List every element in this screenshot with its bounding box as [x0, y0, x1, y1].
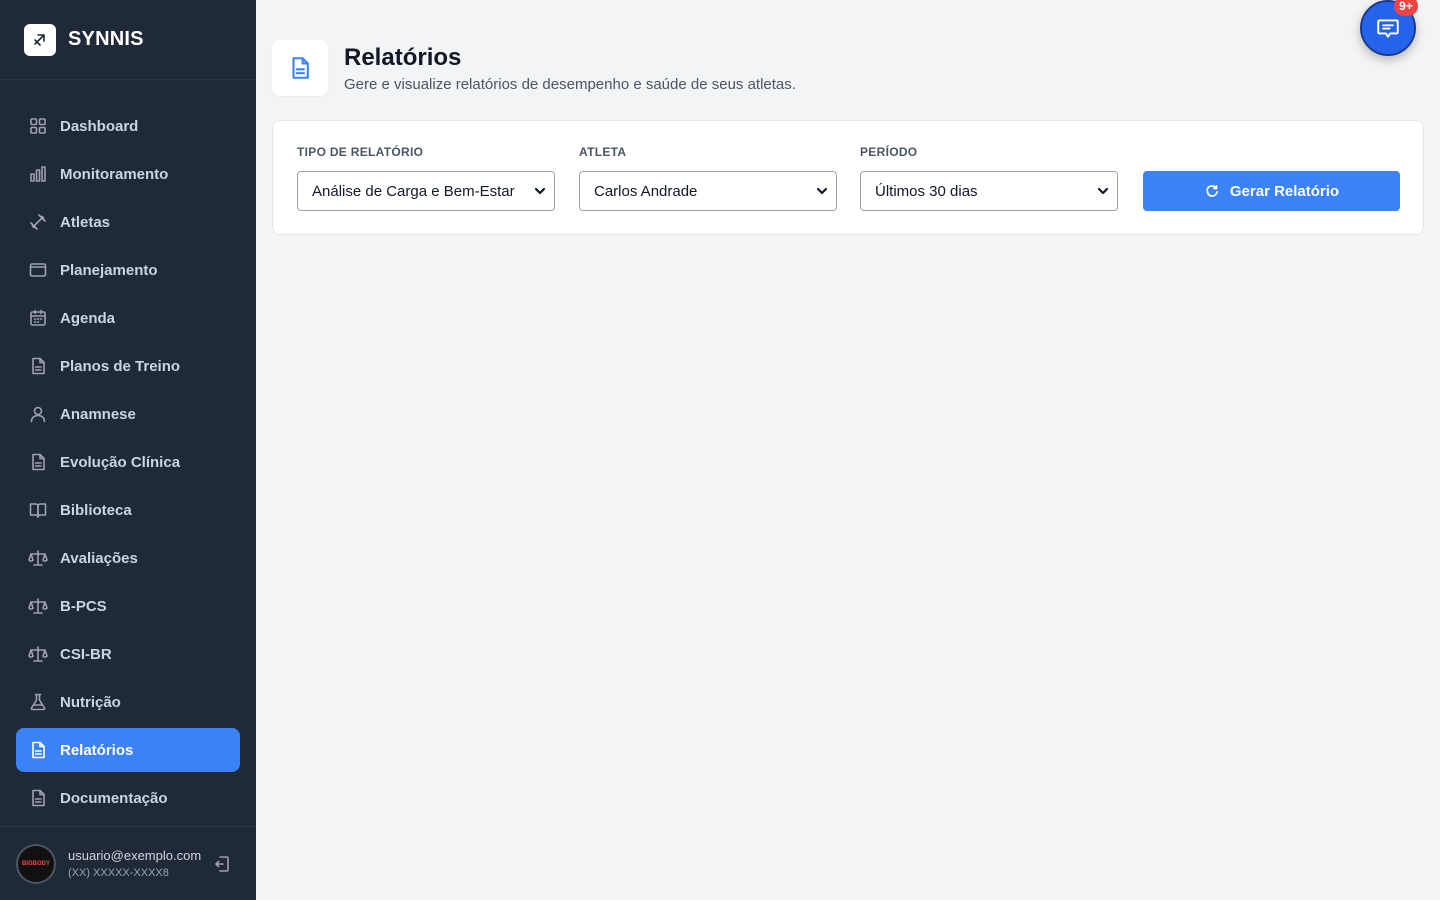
brand-name: SYNNIS: [68, 28, 144, 50]
document-icon: [32, 453, 45, 471]
chat-notification-badge: 9+: [1394, 0, 1418, 16]
sidebar-item-label: Documentação: [60, 789, 168, 807]
report-type-label: TIPO DE RELATÓRIO: [297, 145, 424, 159]
period-label: PERÍODO: [860, 145, 918, 159]
chevron-down-icon: [816, 187, 828, 195]
period-value: Últimos 30 dias: [875, 182, 978, 200]
sidebar-item-label: Planos de Treino: [60, 357, 181, 375]
report-filter-card: TIPO DE RELATÓRIO Análise de Carga e Bem…: [272, 120, 1424, 235]
sidebar-item-label: Relatórios: [60, 741, 134, 759]
brand[interactable]: SYNNIS: [0, 0, 256, 80]
page-title: Relatórios: [344, 43, 462, 71]
generate-report-button[interactable]: Gerar Relatório: [1143, 171, 1400, 211]
avatar[interactable]: BIOBODY: [16, 843, 56, 884]
sidebar-item-label: Monitoramento: [60, 165, 169, 183]
logo-icon: [24, 23, 56, 56]
bar-chart-icon: [30, 166, 46, 182]
sidebar-item-planos-de-treino[interactable]: Planos de Treino: [16, 344, 240, 388]
sidebar-item-evolucao-clinica[interactable]: Evolução Clínica: [16, 440, 240, 484]
user-info: usuario@exemplo.com (XX) XXXXX-XXXX8: [68, 848, 201, 879]
sidebar-item-csi-br[interactable]: CSI-BR: [16, 632, 240, 676]
athlete-field: ATLETA Carlos Andrade: [579, 145, 837, 211]
calendar-icon: [30, 309, 46, 326]
sidebar-item-label: Anamnese: [60, 405, 136, 423]
athlete-value: Carlos Andrade: [594, 182, 698, 200]
athlete-select[interactable]: Carlos Andrade: [579, 171, 837, 211]
user-panel: BIOBODY usuario@exemplo.com (XX) XXXXX-X…: [0, 826, 256, 900]
period-select[interactable]: Últimos 30 dias: [860, 171, 1118, 211]
sidebar-item-b-pcs[interactable]: B-PCS: [16, 584, 240, 628]
chevron-down-icon: [1097, 187, 1109, 195]
report-type-select[interactable]: Análise de Carga e Bem-Estar: [297, 171, 555, 211]
sidebar-item-relatorios[interactable]: Relatórios: [16, 728, 240, 772]
sidebar-item-label: Avaliações: [60, 549, 138, 567]
document-icon: [32, 789, 45, 807]
avatar-logo-text: BIOBODY: [21, 860, 50, 867]
chat-icon: [1377, 19, 1399, 38]
generate-report-label: Gerar Relatório: [1229, 182, 1340, 200]
report-document-icon: [272, 40, 328, 96]
chevron-down-icon: [534, 187, 546, 195]
sidebar-nav: Dashboard Monitoramento Atletas Planejam…: [16, 104, 240, 824]
scale-icon: [28, 550, 48, 566]
sidebar-item-avaliacoes[interactable]: Avaliações: [16, 536, 240, 580]
scale-icon: [28, 598, 48, 614]
monitor-icon: [29, 263, 47, 277]
report-type-value: Análise de Carga e Bem-Estar: [312, 182, 515, 200]
sidebar-item-monitoramento[interactable]: Monitoramento: [16, 152, 240, 196]
document-icon: [32, 357, 45, 375]
sidebar-item-label: Dashboard: [60, 117, 139, 135]
sidebar-item-biblioteca[interactable]: Biblioteca: [16, 488, 240, 532]
sidebar-item-label: Biblioteca: [60, 501, 132, 519]
sidebar-item-agenda[interactable]: Agenda: [16, 296, 240, 340]
sidebar-item-nutricao[interactable]: Nutrição: [16, 680, 240, 724]
user-email: usuario@exemplo.com: [68, 848, 202, 863]
sidebar-item-label: Nutrição: [60, 693, 121, 711]
sidebar-item-label: Planejamento: [60, 261, 158, 279]
sidebar-item-label: Agenda: [60, 309, 116, 327]
user-icon: [30, 406, 46, 423]
sidebar-item-label: CSI-BR: [60, 645, 112, 663]
flask-icon: [30, 693, 46, 711]
athlete-label: ATLETA: [579, 145, 627, 159]
sidebar-item-anamnese[interactable]: Anamnese: [16, 392, 240, 436]
sidebar-item-dashboard[interactable]: Dashboard: [16, 104, 240, 148]
period-field: PERÍODO Últimos 30 dias: [860, 145, 1118, 211]
document-icon: [32, 741, 45, 759]
sidebar-item-label: Atletas: [60, 213, 111, 231]
book-icon: [29, 503, 47, 518]
sidebar-item-planejamento[interactable]: Planejamento: [16, 248, 240, 292]
scale-icon: [28, 646, 48, 662]
header-text: Relatórios Gere e visualize relatórios d…: [344, 44, 796, 93]
refresh-icon: [1205, 185, 1218, 197]
grid-icon: [30, 118, 46, 134]
report-type-field: TIPO DE RELATÓRIO Análise de Carga e Bem…: [297, 145, 555, 211]
page-subtitle: Gere e visualize relatórios de desempenh…: [344, 75, 796, 93]
logout-icon: [215, 856, 229, 872]
sidebar-item-label: Evolução Clínica: [60, 453, 181, 471]
logout-button[interactable]: [212, 854, 232, 874]
sidebar-item-documentacao[interactable]: Documentação: [16, 776, 240, 820]
dumbbell-icon: [30, 214, 46, 230]
sidebar: SYNNIS Dashboard Monitoramento Atletas P…: [0, 0, 256, 900]
sidebar-item-atletas[interactable]: Atletas: [16, 200, 240, 244]
user-phone: (XX) XXXXX-XXXX8: [68, 867, 169, 879]
sidebar-item-label: B-PCS: [60, 597, 107, 615]
page-header: Relatórios Gere e visualize relatórios d…: [272, 40, 796, 96]
